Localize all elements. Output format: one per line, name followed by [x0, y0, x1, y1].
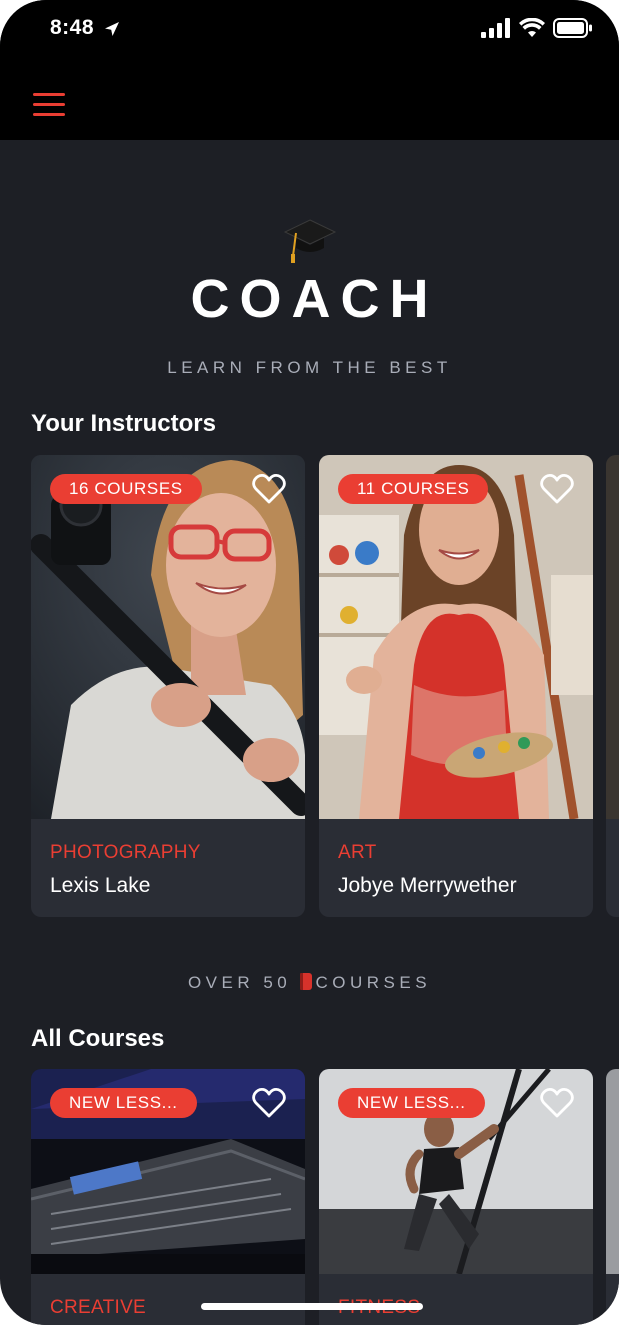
instructor-photo	[606, 455, 619, 819]
brand-title: COACH	[190, 269, 439, 329]
status-time: 8:48	[50, 16, 95, 39]
course-category: CREATIVE	[50, 1297, 147, 1318]
course-card[interactable]: NEW LESS... CREATIVE	[31, 1069, 305, 1325]
instructor-photo	[31, 455, 305, 819]
all-courses-section-title: All Courses	[31, 1025, 165, 1052]
status-icons	[481, 18, 593, 38]
favorite-heart-icon[interactable]	[540, 473, 574, 505]
favorite-heart-icon[interactable]	[252, 473, 286, 505]
app-screen: 8:48 COACH LEARN FROM THE BEST Your Inst…	[0, 0, 619, 1325]
courses-count-badge: 11 COURSES	[338, 474, 489, 504]
instructor-category: PHOTOGRAPHY	[50, 842, 201, 863]
top-bar: 8:48	[0, 0, 619, 140]
home-indicator[interactable]	[201, 1303, 423, 1310]
instructor-name: Lexis Lake	[50, 874, 151, 897]
instructor-photo	[319, 455, 593, 819]
instructors-section-title: Your Instructors	[31, 410, 216, 437]
instructor-card[interactable]: 16 COURSES PHOTOGRAPHY Lexis Lake	[31, 455, 305, 917]
wifi-icon	[519, 18, 545, 37]
instructor-card[interactable]: 11 COURSES ART Jobye Merrywether	[319, 455, 593, 917]
hamburger-menu-icon[interactable]	[33, 93, 67, 119]
courses-count-suffix: COURSES	[315, 973, 432, 992]
favorite-heart-icon[interactable]	[540, 1087, 574, 1119]
tagline: LEARN FROM THE BEST	[167, 358, 452, 377]
graduation-cap-icon	[283, 219, 337, 263]
book-icon	[300, 973, 313, 990]
location-arrow-icon	[105, 22, 119, 36]
battery-icon	[553, 18, 592, 38]
signal-icon	[481, 18, 510, 38]
course-card[interactable]: NEW LESS... FITNESS	[319, 1069, 593, 1325]
courses-count-caption: OVER 50 COURSES	[0, 973, 619, 993]
courses-count-badge: 16 COURSES	[50, 474, 202, 504]
course-photo	[606, 1069, 619, 1274]
instructor-card-peek[interactable]	[606, 455, 619, 917]
favorite-heart-icon[interactable]	[252, 1087, 286, 1119]
instructor-name: Jobye Merrywether	[338, 874, 517, 897]
new-lessons-badge: NEW LESS...	[50, 1088, 197, 1118]
course-card-peek[interactable]	[606, 1069, 619, 1325]
new-lessons-badge: NEW LESS...	[338, 1088, 485, 1118]
instructor-category: ART	[338, 842, 377, 863]
courses-count-prefix: OVER 50	[187, 973, 292, 992]
